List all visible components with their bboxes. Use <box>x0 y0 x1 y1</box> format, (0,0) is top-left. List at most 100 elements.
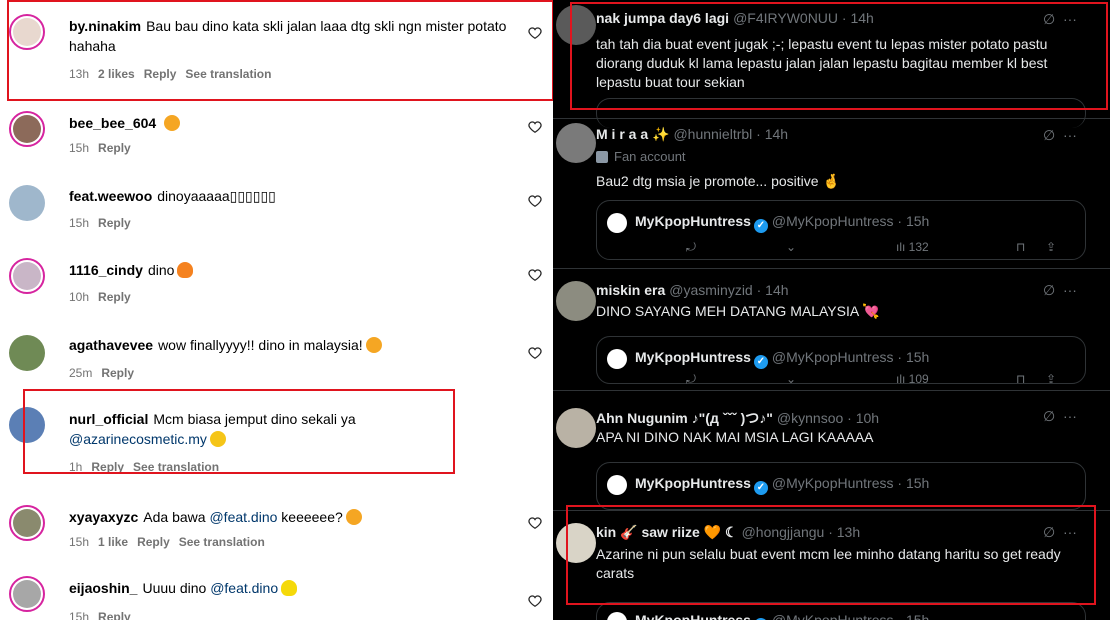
views-count[interactable]: ılı 109 <box>896 372 929 386</box>
avatar[interactable] <box>9 111 45 147</box>
quoted-avatar <box>607 349 627 369</box>
reply-button[interactable]: Reply <box>98 290 131 304</box>
highlight-box <box>570 2 1108 110</box>
chevron-down-icon[interactable]: ⌄ <box>786 240 796 254</box>
heart-icon[interactable] <box>528 346 542 360</box>
more-icon[interactable]: ··· <box>1063 282 1077 298</box>
more-icon[interactable]: ··· <box>1063 408 1077 424</box>
display-name[interactable]: Ahn Nugunim ♪ʺ(д ˇˇˇ )つ♪ʺ <box>596 410 773 426</box>
avatar[interactable] <box>556 281 596 321</box>
reply-button[interactable]: Reply <box>101 366 134 380</box>
grok-icon[interactable]: ∅ <box>1043 282 1055 298</box>
comment-text: Ada bawa <box>143 509 206 525</box>
grok-icon[interactable]: ∅ <box>1043 127 1055 143</box>
quoted-avatar <box>607 213 627 233</box>
comment-username[interactable]: feat.weewoo <box>69 188 152 204</box>
comment-item: feat.weewoo dinoyaaaaa▯▯▯▯▯▯ 15h Reply <box>0 180 553 240</box>
star-eyes-emoji-icon <box>164 115 181 131</box>
twitter-replies-panel: nak jumpa day6 lagi @F4IRYW0NUU · 14h ∅ ·… <box>553 0 1110 620</box>
mention-link[interactable]: @feat.dino <box>209 509 277 525</box>
comment-item: xyayaxyzc Ada bawa @feat.dino keeeeee? 15… <box>0 502 553 562</box>
handle-time[interactable]: @kynnsoo · 10h <box>777 410 879 426</box>
avatar[interactable] <box>556 123 596 163</box>
tweet[interactable]: miskin era @yasminyzid · 14h ∅ ··· DINO S… <box>553 268 1110 390</box>
avatar[interactable] <box>9 185 45 221</box>
heart-icon[interactable] <box>528 194 542 208</box>
handle-time[interactable]: @hunnieltrbl · 14h <box>673 126 788 142</box>
views-count[interactable]: ılı 132 <box>896 240 929 254</box>
comment-time: 15h <box>69 216 90 230</box>
reply-button[interactable]: Reply <box>98 141 131 155</box>
comment-item: agathavevee wow finallyyyy!! dino in mala… <box>0 330 553 390</box>
comment-time: 10h <box>69 290 90 304</box>
comment-text: Uuuu dino <box>142 580 207 596</box>
comment-username[interactable]: xyayaxyzc <box>69 509 138 525</box>
mention-link[interactable]: @feat.dino <box>210 580 278 596</box>
heart-icon[interactable] <box>528 516 542 530</box>
verified-badge-icon: ✓ <box>753 355 768 369</box>
display-name[interactable]: M i r a a ✨ <box>596 126 669 142</box>
verified-badge-icon: ✓ <box>753 219 768 233</box>
like-count[interactable]: 1 like <box>98 535 128 549</box>
quoted-avatar <box>607 475 627 495</box>
quoted-handle-time: @MyKpopHuntress · 15h <box>771 475 930 491</box>
heart-eyes-emoji-icon <box>365 337 382 353</box>
comment-time: 25m <box>69 366 93 380</box>
comment-username[interactable]: eijaoshin_ <box>69 580 137 596</box>
instagram-comments-panel: by.ninakim Bau bau dino kata skli jalan l… <box>0 0 553 620</box>
avatar[interactable] <box>9 505 45 541</box>
comment-time: 15h <box>69 610 90 620</box>
star-eyes-emoji-icon <box>345 509 362 525</box>
chevron-down-icon[interactable]: ⌄ <box>786 372 796 386</box>
share-icon[interactable]: ⇪ <box>1046 240 1056 254</box>
retweet-icon[interactable]: ⤾ <box>686 240 696 255</box>
reply-button[interactable]: Reply <box>98 610 131 620</box>
tweet-text: APA NI DINO NAK MAI MSIA LAGI KAAAAA <box>596 429 874 445</box>
avatar[interactable] <box>9 258 45 294</box>
fire-emoji-icon <box>177 262 194 278</box>
comment-username[interactable]: bee_bee_604 <box>69 115 156 131</box>
reply-button[interactable]: Reply <box>98 216 131 230</box>
heart-icon[interactable] <box>528 268 542 282</box>
grok-icon[interactable]: ∅ <box>1043 408 1055 424</box>
quoted-avatar <box>607 612 627 620</box>
share-icon[interactable]: ⇪ <box>1046 372 1056 386</box>
reply-button[interactable]: Reply <box>137 535 170 549</box>
quoted-handle-time: @MyKpopHuntress · 15h <box>771 213 930 229</box>
handle-time[interactable]: @yasminyzid · 14h <box>669 282 788 298</box>
heart-icon[interactable] <box>528 594 542 608</box>
more-icon[interactable]: ··· <box>1063 127 1077 143</box>
yellow-heart-emoji-icon <box>281 580 298 596</box>
tweet-text: DINO SAYANG MEH DATANG MALAYSIA 💘 <box>596 303 880 319</box>
comment-text-tail: keeeeee? <box>281 509 343 525</box>
comment-username[interactable]: 1116_cindy <box>69 262 143 278</box>
tweet-text: Bau2 dtg msia je promote... positive 🤞 <box>596 173 840 189</box>
fan-account-icon <box>596 151 608 163</box>
highlight-box <box>23 389 455 474</box>
retweet-icon[interactable]: ⤾ <box>686 372 696 387</box>
comment-time: 15h <box>69 141 90 155</box>
heart-icon[interactable] <box>528 120 542 134</box>
tweet[interactable]: M i r a a ✨ @hunnieltrbl · 14h ∅ ··· Fan … <box>553 118 1110 268</box>
comment-username[interactable]: agathavevee <box>69 337 153 353</box>
quoted-display-name: MyKpopHuntress <box>635 475 751 491</box>
tweet[interactable]: Ahn Nugunim ♪ʺ(д ˇˇˇ )つ♪ʺ @kynnsoo · 10h … <box>553 390 1110 510</box>
quoted-display-name: MyKpopHuntress <box>635 213 751 229</box>
bookmark-icon[interactable]: ⊓ <box>1016 372 1025 386</box>
quoted-display-name: MyKpopHuntress <box>635 349 751 365</box>
comment-item: eijaoshin_ Uuuu dino @feat.dino 15h Reply <box>0 572 553 620</box>
quoted-tweet-card[interactable]: MyKpopHuntress✓@MyKpopHuntress · 15h <box>596 462 1086 510</box>
comment-text: dino <box>147 262 175 278</box>
comment-item: 1116_cindy dino 10h Reply <box>0 254 553 314</box>
avatar[interactable] <box>556 408 596 448</box>
bookmark-icon[interactable]: ⊓ <box>1016 240 1025 254</box>
quoted-handle-time: @MyKpopHuntress · 15h <box>771 349 930 365</box>
highlight-box <box>566 505 1096 605</box>
see-translation-link[interactable]: See translation <box>179 535 265 549</box>
quoted-display-name: MyKpopHuntress <box>635 612 751 620</box>
display-name[interactable]: miskin era <box>596 282 665 298</box>
avatar[interactable] <box>9 335 45 371</box>
avatar[interactable] <box>9 576 45 612</box>
comment-text: dinoyaaaaa▯▯▯▯▯▯ <box>157 188 276 204</box>
comment-item: bee_bee_604 15h Reply <box>0 106 553 166</box>
